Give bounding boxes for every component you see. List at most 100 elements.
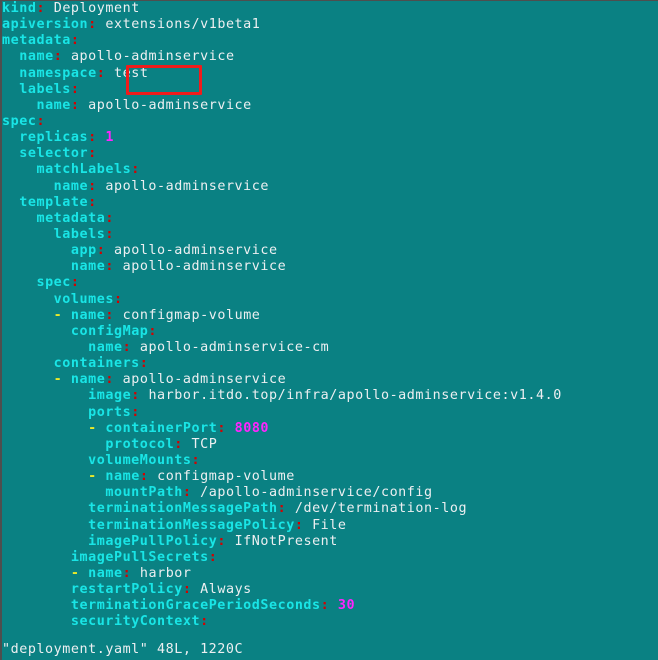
yaml-colon: : — [105, 259, 114, 275]
yaml-line[interactable]: name: apollo-adminservice — [2, 98, 658, 114]
yaml-line[interactable]: - name: apollo-adminservice — [2, 372, 658, 388]
yaml-value: apollo-adminservice — [122, 259, 287, 275]
yaml-key: volumeMounts — [88, 452, 192, 468]
yaml-key: selector — [19, 146, 89, 162]
yaml-key: name — [70, 259, 106, 275]
yaml-key: terminationMessagePolicy — [88, 517, 295, 533]
yaml-line[interactable]: - name: configmap-volume — [2, 469, 658, 485]
yaml-line[interactable]: restartPolicy: Always — [2, 582, 658, 598]
yaml-line[interactable]: name: apollo-adminservice — [2, 179, 658, 195]
yaml-line[interactable]: volumes: — [2, 292, 658, 308]
yaml-colon: : — [139, 356, 149, 372]
yaml-line[interactable]: apiversion: extensions/v1beta1 — [2, 17, 658, 33]
yaml-value: /apollo-adminservice/config — [200, 485, 433, 501]
yaml-line[interactable]: - containerPort: 8080 — [2, 421, 658, 437]
yaml-line[interactable]: securityContext: — [2, 614, 658, 630]
yaml-line[interactable]: terminationMessagePath: /dev/termination… — [2, 501, 658, 517]
yaml-line[interactable]: matchLabels: — [2, 162, 658, 178]
yaml-key: configMap — [70, 323, 149, 339]
yaml-value: 8080 — [234, 420, 270, 436]
yaml-line[interactable]: spec: — [2, 275, 658, 291]
yaml-line[interactable]: imagePullSecrets: — [2, 550, 658, 566]
yaml-line[interactable]: protocol: TCP — [2, 437, 658, 453]
sequence-dash: - — [70, 565, 80, 581]
yaml-line[interactable]: kind: Deployment — [2, 1, 658, 17]
vim-text-buffer[interactable]: kind: Deployment apiversion: extensions/v… — [2, 1, 658, 630]
yaml-key: name — [19, 49, 54, 65]
yaml-colon: : — [320, 598, 330, 614]
yaml-line[interactable]: replicas: 1 — [2, 130, 658, 146]
yaml-line[interactable]: metadata: — [2, 211, 658, 227]
yaml-value: TCP — [191, 436, 218, 452]
yaml-key: name — [70, 372, 106, 388]
yaml-line[interactable]: template: — [2, 195, 658, 211]
yaml-line[interactable]: app: apollo-adminservice — [2, 243, 658, 259]
yaml-colon: : — [217, 420, 226, 436]
yaml-line[interactable]: imagePullPolicy: IfNotPresent — [2, 534, 658, 550]
sequence-dash: - — [53, 372, 63, 388]
yaml-line[interactable]: terminationGracePeriodSeconds: 30 — [2, 598, 658, 614]
yaml-colon: : — [88, 178, 97, 194]
yaml-line[interactable]: image: harbor.itdo.top/infra/apollo-admi… — [2, 388, 658, 404]
yaml-line[interactable]: metadata: — [2, 33, 658, 49]
yaml-line[interactable]: mountPath: /apollo-adminservice/config — [2, 485, 658, 501]
yaml-key: spec — [36, 275, 71, 291]
yaml-line[interactable]: spec: — [2, 114, 658, 130]
yaml-value: 30 — [337, 598, 356, 614]
yaml-line[interactable]: terminationMessagePolicy: File — [2, 518, 658, 534]
yaml-key: spec — [2, 113, 37, 129]
yaml-line[interactable]: volumeMounts: — [2, 453, 658, 469]
yaml-line[interactable]: configMap: — [2, 324, 658, 340]
yaml-key: name — [88, 339, 123, 355]
sequence-dash: - — [88, 420, 97, 436]
yaml-colon: : — [36, 113, 46, 129]
yaml-value: IfNotPresent — [234, 533, 338, 549]
yaml-line[interactable]: - name: configmap-volume — [2, 308, 658, 324]
yaml-line[interactable]: containers: — [2, 356, 658, 372]
yaml-line[interactable]: name: apollo-adminservice-cm — [2, 340, 658, 356]
yaml-line[interactable]: labels: — [2, 82, 658, 98]
yaml-key: metadata — [2, 33, 71, 49]
yaml-line[interactable]: name: apollo-adminservice — [2, 49, 658, 65]
yaml-key: name — [105, 469, 140, 485]
yaml-key: name — [70, 307, 106, 323]
yaml-line[interactable]: ports: — [2, 405, 658, 421]
yaml-colon: : — [88, 146, 97, 162]
yaml-value: configmap-volume — [157, 469, 295, 485]
yaml-colon: : — [200, 614, 209, 630]
yaml-colon: : — [208, 549, 218, 565]
yaml-line[interactable]: namespace: test — [2, 66, 658, 82]
yaml-line[interactable]: name: apollo-adminservice — [2, 259, 658, 275]
terminal-window[interactable]: kind: Deployment apiversion: extensions/v… — [0, 0, 658, 660]
yaml-line[interactable]: selector: — [2, 146, 658, 162]
yaml-key: mountPath — [105, 485, 183, 501]
yaml-line[interactable]: - name: harbor — [2, 566, 658, 582]
yaml-key: namespace — [19, 65, 97, 81]
yaml-line[interactable]: labels: — [2, 227, 658, 243]
